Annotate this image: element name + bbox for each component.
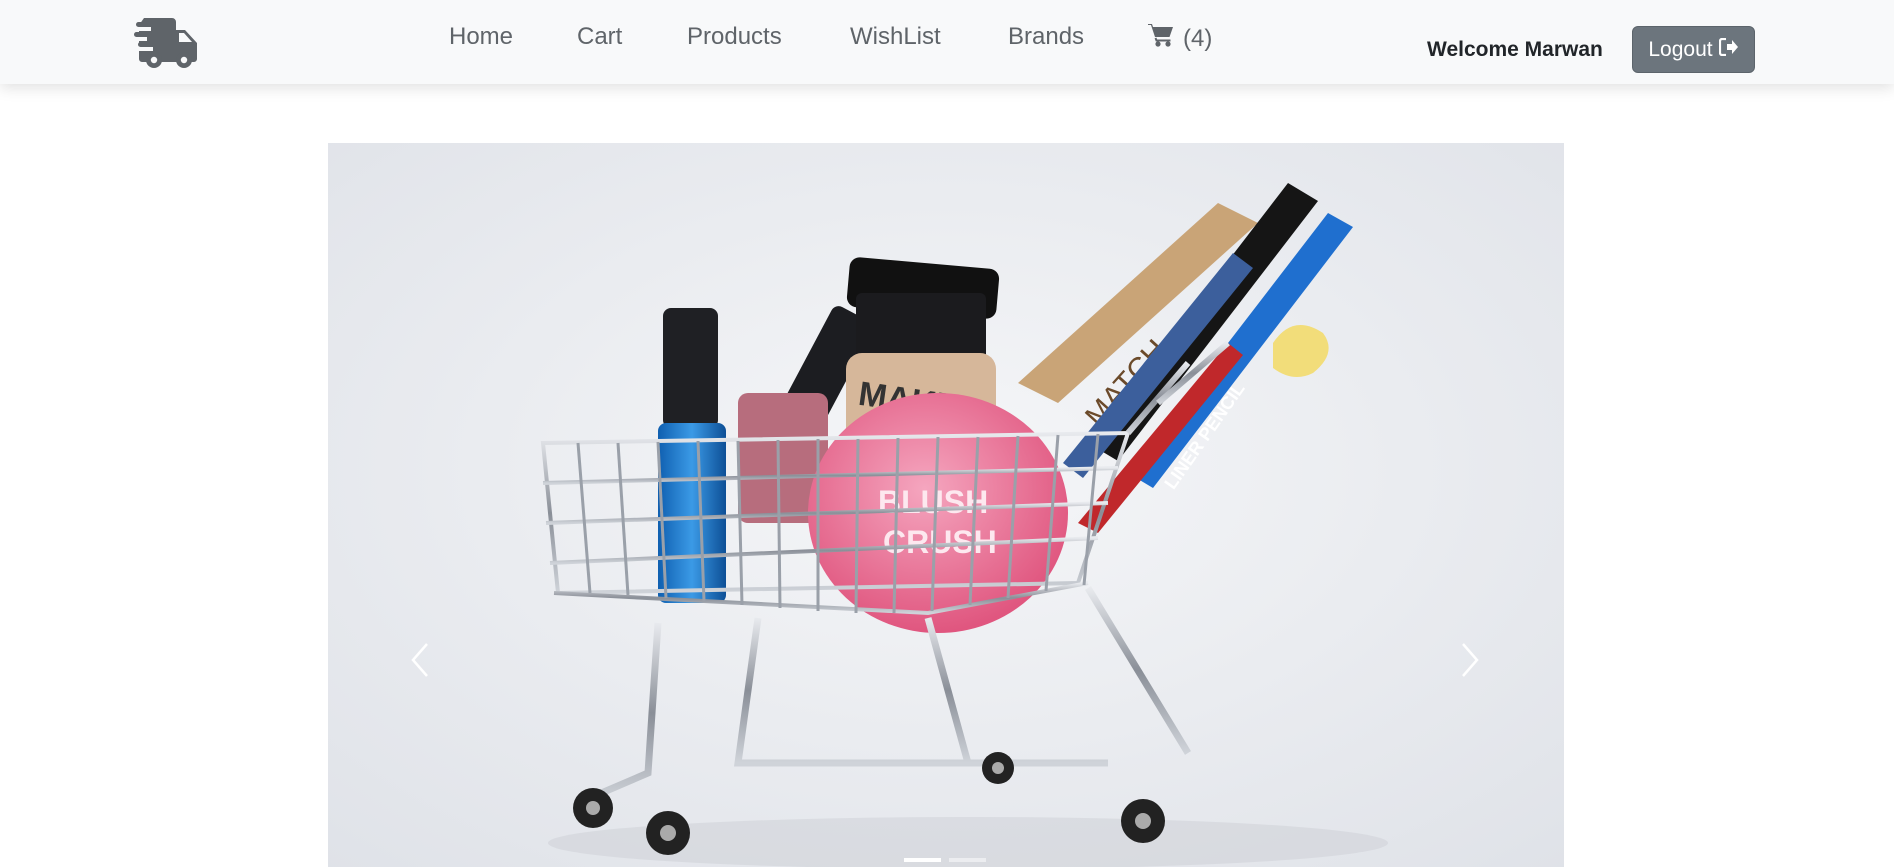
carousel-indicators <box>904 858 986 862</box>
shopping-cart-icon <box>1147 22 1175 55</box>
nav-cart-count[interactable]: (4) <box>1147 22 1212 55</box>
nav-brands[interactable]: Brands <box>1008 23 1084 51</box>
chevron-right-icon <box>1459 641 1481 684</box>
carousel-indicator-2[interactable] <box>949 858 986 862</box>
carousel-prev-button[interactable] <box>400 629 440 695</box>
welcome-text: Welcome Marwan <box>1427 38 1603 61</box>
carousel-indicator-1[interactable] <box>904 858 941 862</box>
slide-image-cart-makeup: MAKE MATCH LINER PENCIL BLUSH CRUSH <box>328 143 1564 867</box>
carousel-next-button[interactable] <box>1450 629 1490 695</box>
nav-wishlist[interactable]: WishList <box>850 23 941 51</box>
hero-carousel: MAKE MATCH LINER PENCIL BLUSH CRUSH <box>328 143 1564 867</box>
nav-products[interactable]: Products <box>687 23 782 51</box>
cart-count-badge: (4) <box>1183 24 1213 52</box>
nav-home[interactable]: Home <box>449 23 513 51</box>
navbar: Home Cart Products WishList Brands (4) W… <box>0 0 1894 84</box>
svg-text:BLUSH: BLUSH <box>878 484 988 520</box>
logo-truck-icon[interactable] <box>134 14 200 70</box>
logout-label: Logout <box>1648 37 1713 61</box>
nav-cart[interactable]: Cart <box>577 23 622 51</box>
sign-out-icon <box>1718 37 1739 62</box>
chevron-left-icon <box>409 641 431 684</box>
logout-button[interactable]: Logout <box>1632 26 1755 73</box>
